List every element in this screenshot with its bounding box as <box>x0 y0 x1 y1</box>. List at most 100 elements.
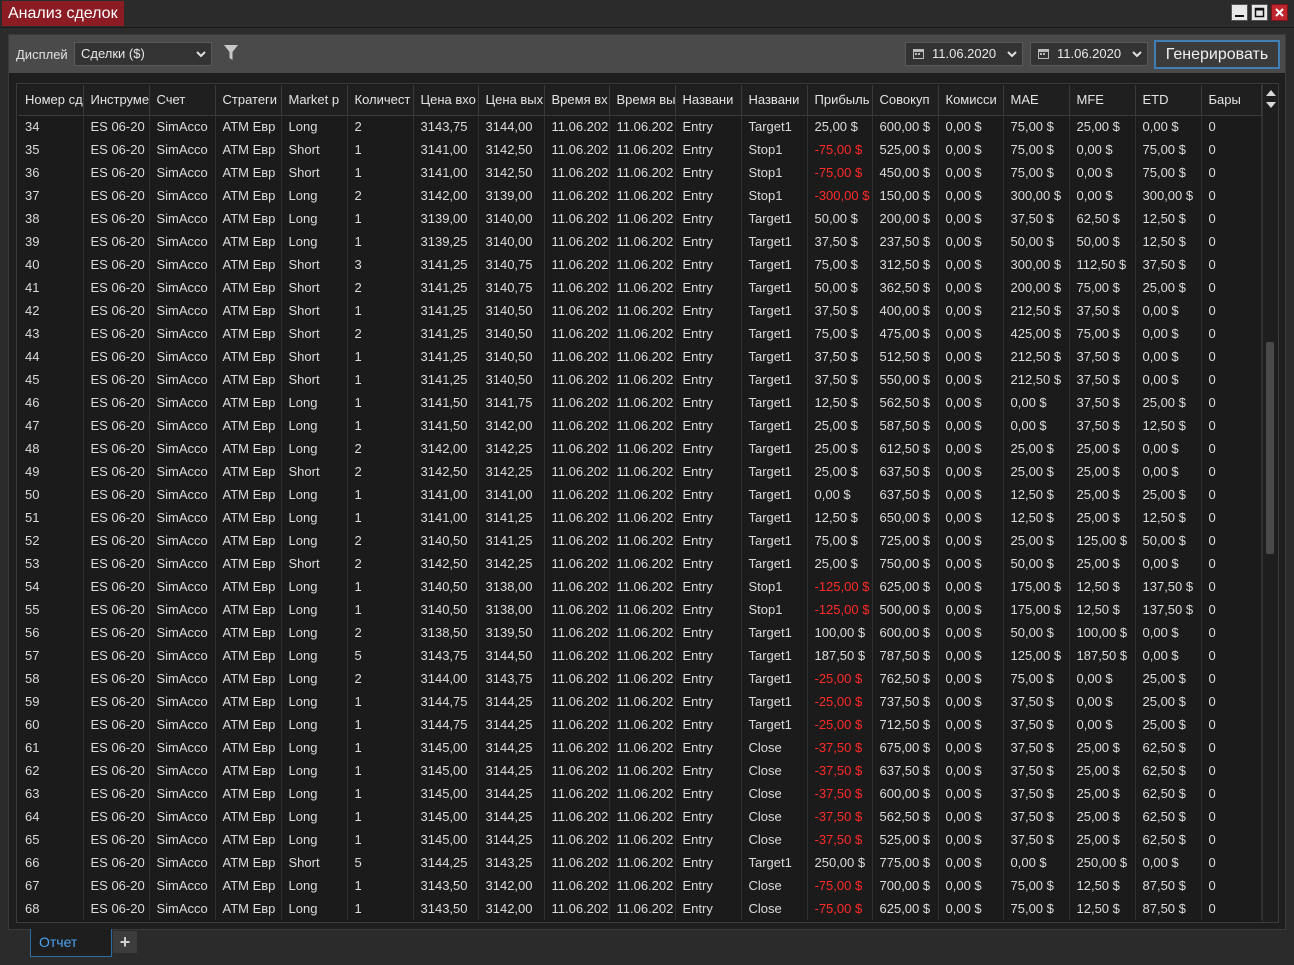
table-row[interactable]: 66 ES 06-20 SimAcco ATM Евр Short 5 3144,25 314… <box>18 851 1262 874</box>
table-cell: 637,50 $ <box>872 483 939 506</box>
scroll-thumb[interactable] <box>1266 342 1274 554</box>
table-cell: Target1 <box>741 667 808 690</box>
table-cell: Entry <box>675 161 742 184</box>
table-row[interactable]: 51 ES 06-20 SimAcco ATM Евр Long 1 3141,00 3141… <box>18 506 1262 529</box>
table-row[interactable]: 65 ES 06-20 SimAcco ATM Евр Long 1 3145,00 3144… <box>18 828 1262 851</box>
column-header[interactable]: ETD <box>1135 85 1202 116</box>
column-header[interactable]: Цена вхо <box>413 85 479 116</box>
table-row[interactable]: 41 ES 06-20 SimAcco ATM Евр Short 2 3141,25 314… <box>18 276 1262 299</box>
close-icon[interactable] <box>1271 4 1288 21</box>
column-header[interactable]: MAE <box>1003 85 1070 116</box>
table-row[interactable]: 45 ES 06-20 SimAcco ATM Евр Short 1 3141,25 314… <box>18 368 1262 391</box>
table-row[interactable]: 44 ES 06-20 SimAcco ATM Евр Short 1 3141,25 314… <box>18 345 1262 368</box>
display-select[interactable]: Сделки ($) <box>74 42 212 66</box>
table-row[interactable]: 47 ES 06-20 SimAcco ATM Евр Long 1 3141,50 3142… <box>18 414 1262 437</box>
table-row[interactable]: 52 ES 06-20 SimAcco ATM Евр Long 2 3140,50 3141… <box>18 529 1262 552</box>
table-row[interactable]: 60 ES 06-20 SimAcco ATM Евр Long 1 3144,75 3144… <box>18 713 1262 736</box>
table-cell: SimAcco <box>149 782 216 805</box>
maximize-icon[interactable] <box>1251 4 1268 21</box>
column-header[interactable]: Время вх <box>544 85 610 116</box>
table-row[interactable]: 50 ES 06-20 SimAcco ATM Евр Long 1 3141,00 3141… <box>18 483 1262 506</box>
column-header[interactable]: Названи <box>675 85 742 116</box>
table-cell: Long <box>281 230 348 253</box>
column-header[interactable]: Количест <box>347 85 414 116</box>
column-header[interactable]: Названи <box>741 85 808 116</box>
table-cell: 3142,50 <box>478 138 545 161</box>
table-cell: 0 <box>1201 299 1262 322</box>
table-cell: 11.06.202 <box>609 460 676 483</box>
table-row[interactable]: 39 ES 06-20 SimAcco ATM Евр Long 1 3139,25 3140… <box>18 230 1262 253</box>
minimize-icon[interactable] <box>1231 4 1248 21</box>
table-cell: ATM Евр <box>215 851 282 874</box>
column-header[interactable]: Стратеги <box>215 85 282 116</box>
add-tab-button[interactable]: + <box>113 931 137 953</box>
table-cell: Target1 <box>741 483 808 506</box>
table-row[interactable]: 62 ES 06-20 SimAcco ATM Евр Long 1 3145,00 3144… <box>18 759 1262 782</box>
table-cell: SimAcco <box>149 667 216 690</box>
column-header[interactable]: MFE <box>1069 85 1136 116</box>
date-to-picker[interactable]: 11.06.2020 <box>1030 42 1148 66</box>
table-row[interactable]: 42 ES 06-20 SimAcco ATM Евр Short 1 3141,25 314… <box>18 299 1262 322</box>
table-cell: -125,00 $ <box>807 575 873 598</box>
table-row[interactable]: 34 ES 06-20 SimAcco ATM Евр Long 2 3143,75 3144… <box>18 115 1262 138</box>
column-header[interactable]: Счет <box>149 85 216 116</box>
table-row[interactable]: 55 ES 06-20 SimAcco ATM Евр Long 1 3140,50 3138… <box>18 598 1262 621</box>
table-row[interactable]: 56 ES 06-20 SimAcco ATM Евр Long 2 3138,50 3139… <box>18 621 1262 644</box>
table-row[interactable]: 59 ES 06-20 SimAcco ATM Евр Long 1 3144,75 3144… <box>18 690 1262 713</box>
table-cell: Short <box>281 299 348 322</box>
table-cell: 12,50 $ <box>1069 897 1136 920</box>
table-cell: Target1 <box>741 460 808 483</box>
table-row[interactable]: 43 ES 06-20 SimAcco ATM Евр Short 2 3141,25 314… <box>18 322 1262 345</box>
table-cell: SimAcco <box>149 529 216 552</box>
column-header[interactable]: Комисси <box>938 85 1004 116</box>
scroll-down-icon[interactable] <box>1266 102 1276 108</box>
table-cell: 3141,00 <box>413 138 479 161</box>
date-from-picker[interactable]: 11.06.2020 <box>905 42 1023 66</box>
column-header[interactable]: Инструме <box>83 85 150 116</box>
table-row[interactable]: 54 ES 06-20 SimAcco ATM Евр Long 1 3140,50 3138… <box>18 575 1262 598</box>
table-cell: 0,00 $ <box>1135 437 1202 460</box>
table-row[interactable]: 40 ES 06-20 SimAcco ATM Евр Short 3 3141,25 314… <box>18 253 1262 276</box>
column-header[interactable]: Market p <box>281 85 348 116</box>
table-row[interactable]: 36 ES 06-20 SimAcco ATM Евр Short 1 3141,00 314… <box>18 161 1262 184</box>
table-row[interactable]: 48 ES 06-20 SimAcco ATM Евр Long 2 3142,00 3142… <box>18 437 1262 460</box>
table-cell: SimAcco <box>149 460 216 483</box>
table-cell: 11.06.202 <box>544 138 610 161</box>
vertical-scrollbar[interactable] <box>1262 84 1278 922</box>
column-header[interactable]: Прибыль <box>807 85 873 116</box>
table-row[interactable]: 35 ES 06-20 SimAcco ATM Евр Short 1 3141,00 314… <box>18 138 1262 161</box>
table-row[interactable]: 63 ES 06-20 SimAcco ATM Евр Long 1 3145,00 3144… <box>18 782 1262 805</box>
table-row[interactable]: 37 ES 06-20 SimAcco ATM Евр Long 2 3142,00 3139… <box>18 184 1262 207</box>
table-cell: 0 <box>1201 782 1262 805</box>
table-row[interactable]: 68 ES 06-20 SimAcco ATM Евр Long 1 3143,50 3142… <box>18 897 1262 920</box>
table-row[interactable]: 61 ES 06-20 SimAcco ATM Евр Long 1 3145,00 3144… <box>18 736 1262 759</box>
table-cell: 3141,25 <box>413 276 479 299</box>
table-row[interactable]: 58 ES 06-20 SimAcco ATM Евр Long 2 3144,00 3143… <box>18 667 1262 690</box>
table-cell: 62,50 $ <box>1069 207 1136 230</box>
column-header[interactable]: Номер сд <box>18 85 84 116</box>
column-header[interactable]: Совокуп <box>872 85 939 116</box>
table-cell: 62,50 $ <box>1135 805 1202 828</box>
table-row[interactable]: 64 ES 06-20 SimAcco ATM Евр Long 1 3145,00 3144… <box>18 805 1262 828</box>
column-header[interactable]: Время вы <box>609 85 676 116</box>
table-row[interactable]: 67 ES 06-20 SimAcco ATM Евр Long 1 3143,50 3142… <box>18 874 1262 897</box>
table-cell: SimAcco <box>149 713 216 736</box>
table-cell: 25,00 $ <box>1069 506 1136 529</box>
table-cell: 1 <box>347 230 414 253</box>
table-cell: ATM Евр <box>215 460 282 483</box>
table-row[interactable]: 38 ES 06-20 SimAcco ATM Евр Long 1 3139,00 3140… <box>18 207 1262 230</box>
scroll-up-icon[interactable] <box>1266 90 1276 96</box>
filter-icon[interactable] <box>224 44 238 61</box>
generate-button[interactable]: Генерировать <box>1154 40 1280 69</box>
table-row[interactable]: 57 ES 06-20 SimAcco ATM Евр Long 5 3143,75 3144… <box>18 644 1262 667</box>
column-header[interactable]: Бары <box>1201 85 1262 116</box>
tab-report[interactable]: Отчет <box>30 929 112 957</box>
table-cell: 200,00 $ <box>872 207 939 230</box>
table-row[interactable]: 49 ES 06-20 SimAcco ATM Евр Short 2 3142,50 314… <box>18 460 1262 483</box>
table-row[interactable]: 46 ES 06-20 SimAcco ATM Евр Long 1 3141,50 3141… <box>18 391 1262 414</box>
table-cell: 3144,25 <box>478 736 545 759</box>
table-cell: Target1 <box>741 230 808 253</box>
column-header[interactable]: Цена вых <box>478 85 545 116</box>
table-row[interactable]: 53 ES 06-20 SimAcco ATM Евр Short 2 3142,50 314… <box>18 552 1262 575</box>
table-cell: 11.06.202 <box>544 368 610 391</box>
